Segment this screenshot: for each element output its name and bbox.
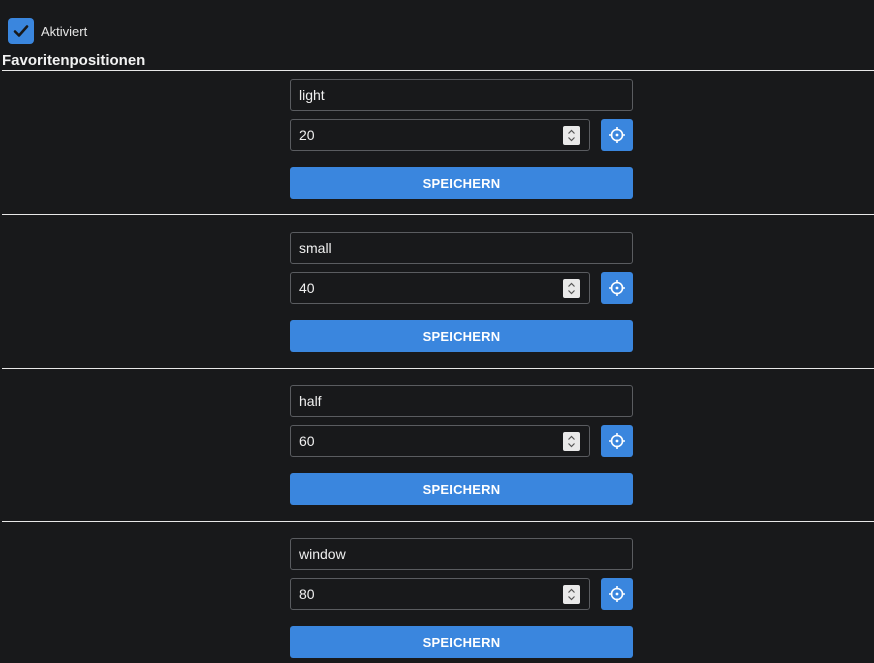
favorite-name-value: light (299, 87, 325, 103)
favorite-position-input[interactable]: 20 (290, 119, 590, 151)
favorite-name-value: window (299, 546, 346, 562)
favorite-name-input[interactable]: light (290, 79, 633, 111)
section-title: Favoritenpositionen (2, 52, 146, 69)
save-button[interactable]: SPEICHERN (290, 473, 633, 505)
check-icon (13, 25, 29, 37)
divider (2, 521, 874, 522)
favorite-position-input[interactable]: 80 (290, 578, 590, 610)
save-button[interactable]: SPEICHERN (290, 167, 633, 199)
favorite-position-input[interactable]: 40 (290, 272, 590, 304)
crosshair-icon (609, 280, 625, 296)
spinner-icon[interactable] (563, 585, 580, 604)
favorite-name-input[interactable]: window (290, 538, 633, 570)
favorite-name-value: half (299, 393, 322, 409)
favorite-name-value: small (299, 240, 332, 256)
spinner-icon[interactable] (563, 126, 580, 145)
favorite-name-input[interactable]: small (290, 232, 633, 264)
enabled-checkbox[interactable] (8, 18, 34, 44)
divider (2, 368, 874, 369)
save-button[interactable]: SPEICHERN (290, 626, 633, 658)
crosshair-icon (609, 433, 625, 449)
enabled-row[interactable]: Aktiviert (8, 18, 87, 44)
divider (2, 70, 874, 71)
spinner-icon[interactable] (563, 279, 580, 298)
crosshair-button[interactable] (601, 425, 633, 457)
favorite-position-value: 60 (299, 433, 315, 449)
divider (2, 214, 874, 215)
spinner-icon[interactable] (563, 432, 580, 451)
save-button[interactable]: SPEICHERN (290, 320, 633, 352)
crosshair-icon (609, 127, 625, 143)
crosshair-button[interactable] (601, 119, 633, 151)
crosshair-button[interactable] (601, 272, 633, 304)
enabled-label: Aktiviert (41, 23, 88, 39)
favorite-position-value: 80 (299, 586, 315, 602)
favorite-position-input[interactable]: 60 (290, 425, 590, 457)
settings-panel: Aktiviert Favoritenpositionen light 20 S… (0, 0, 874, 663)
favorite-position-value: 20 (299, 127, 315, 143)
crosshair-icon (609, 586, 625, 602)
crosshair-button[interactable] (601, 578, 633, 610)
favorite-name-input[interactable]: half (290, 385, 633, 417)
favorite-position-value: 40 (299, 280, 315, 296)
